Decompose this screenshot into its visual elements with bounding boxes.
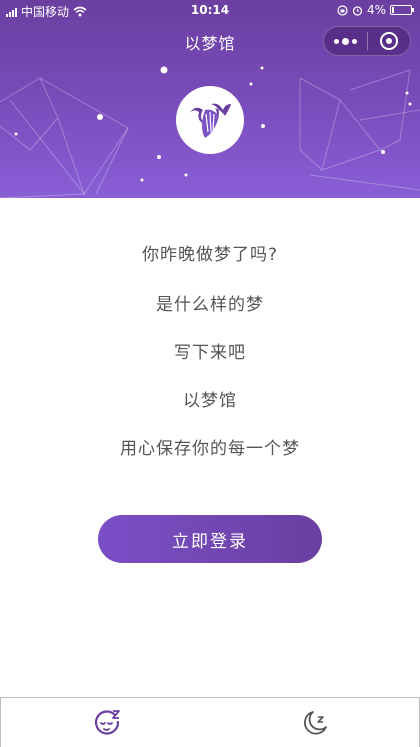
intro-line: 写下来吧 — [174, 343, 246, 363]
menu-capsule — [323, 26, 411, 56]
status-right: 4% — [337, 3, 414, 17]
app-logo — [176, 86, 244, 154]
more-dots-icon — [334, 38, 339, 44]
tab-bar — [0, 697, 420, 747]
battery-icon — [390, 5, 414, 15]
battery-percent: 4% — [366, 3, 386, 17]
tab-sleep[interactable] — [298, 706, 332, 740]
login-button[interactable]: 立即登录 — [98, 515, 322, 563]
more-dots-icon — [352, 38, 357, 44]
intro-line: 以梦馆 — [183, 391, 237, 411]
intro-line: 是什么样的梦 — [156, 295, 264, 315]
rotation-lock-icon — [337, 4, 348, 16]
target-icon — [380, 32, 398, 50]
more-menu-button[interactable] — [324, 37, 367, 45]
sleepy-face-icon — [94, 710, 120, 735]
more-dots-icon — [342, 37, 349, 45]
alarm-icon — [352, 5, 363, 16]
intro-line: 你昨晚做梦了吗? — [141, 245, 279, 265]
whale-logo-icon — [189, 103, 231, 138]
close-miniprogram-button[interactable] — [368, 32, 410, 50]
tab-dream[interactable] — [90, 706, 124, 740]
intro-line: 用心保存你的每一个梦 — [120, 439, 300, 459]
moon-z-icon — [304, 711, 327, 735]
status-bar: 中国移动 10:14 4% — [0, 0, 420, 22]
